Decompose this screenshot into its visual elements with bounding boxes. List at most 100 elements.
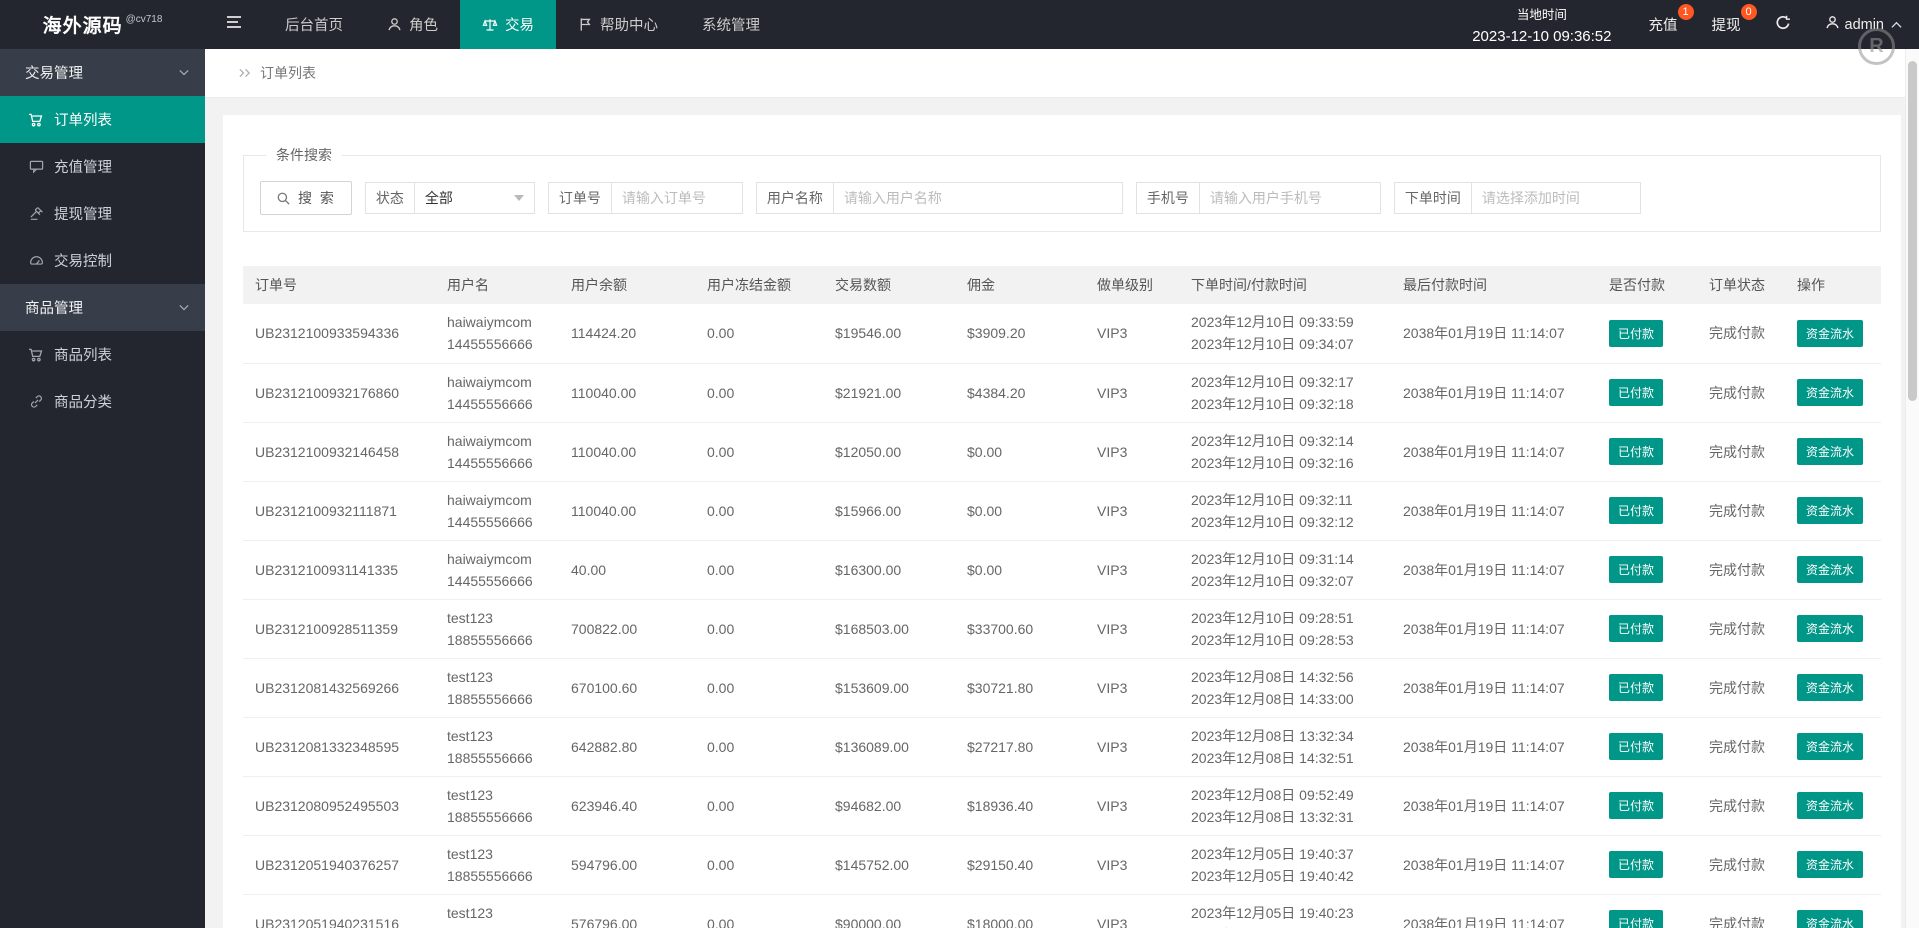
- order-time: 2023年12月10日 09:32:17: [1191, 373, 1354, 390]
- fund-flow-button[interactable]: 资金流水: [1797, 733, 1864, 760]
- cell-last_pay_time: 2038年01月19日 11:14:07: [1391, 717, 1597, 777]
- filter-input[interactable]: [611, 183, 742, 213]
- cell-status: 完成付款: [1697, 304, 1785, 364]
- cell-level: VIP3: [1085, 304, 1179, 364]
- cell-last_pay_time: 2038年01月19日 11:14:07: [1391, 776, 1597, 836]
- nav-item-home[interactable]: 后台首页: [263, 0, 365, 49]
- cell-balance: 700822.00: [559, 599, 695, 659]
- cell-frozen: 0.00: [695, 304, 823, 364]
- cell-order_no: UB2312100932146458: [243, 422, 435, 482]
- sidebar-item-recharge-mgmt[interactable]: 充值管理: [0, 143, 205, 190]
- cell-user: test123 18855556666: [435, 776, 559, 836]
- menu-toggle-button[interactable]: [205, 0, 263, 49]
- filter-group-order-no: 订单号: [547, 182, 743, 214]
- paid-status-badge: 已付款: [1609, 615, 1664, 642]
- cell-order_no: UB2312100933594336: [243, 304, 435, 364]
- table-row: UB2312051940376257 test123 18855556666 5947…: [243, 835, 1881, 895]
- search-button[interactable]: 搜 索: [260, 181, 352, 215]
- fund-flow-button[interactable]: 资金流水: [1797, 615, 1864, 642]
- orders-table-head-row: 订单号 用户名 用户余额 用户冻结金额 交易数额 佣金 做单级别 下单时间/付款时间 最后付款时…: [243, 266, 1881, 304]
- status-select[interactable]: 全部: [415, 183, 534, 213]
- table-row: UB2312100932111871 haiwaiymcom 14455556666…: [243, 481, 1881, 541]
- pay-time: 2023年12月10日 09:32:16: [1191, 454, 1354, 471]
- sidebar-item-product-category[interactable]: 商品分类: [0, 378, 205, 425]
- refresh-button[interactable]: [1758, 0, 1808, 49]
- user-phone: 14455556666: [447, 513, 533, 530]
- col-header-status: 订单状态: [1697, 266, 1785, 304]
- fund-flow-button[interactable]: 资金流水: [1797, 556, 1864, 583]
- filter-input[interactable]: [833, 183, 1122, 213]
- cell-last_pay_time: 2038年01月19日 11:14:07: [1391, 481, 1597, 541]
- sidebar-item-trade-mgmt[interactable]: 交易管理: [0, 49, 205, 96]
- cell-amount: $145752.00: [823, 835, 955, 895]
- cell-commission: $30721.80: [955, 658, 1085, 718]
- table-row: UB2312081432569266 test123 18855556666 6701…: [243, 658, 1881, 718]
- cell-amount: $21921.00: [823, 363, 955, 423]
- fund-flow-button[interactable]: 资金流水: [1797, 792, 1864, 819]
- withdraw-link[interactable]: 提现 0: [1695, 0, 1758, 49]
- top-navbar: 海外源码 @cv718 后台首页 角色 交易 帮助中心 系统管理 当地时间 20…: [0, 0, 1919, 49]
- fund-flow-button[interactable]: 资金流水: [1797, 319, 1864, 347]
- user-phone: 14455556666: [447, 395, 533, 412]
- sidebar-item-product-mgmt[interactable]: 商品管理: [0, 284, 205, 331]
- cell-last_pay_time: 2038年01月19日 11:14:07: [1391, 422, 1597, 482]
- order-time: 2023年12月08日 14:32:56: [1191, 668, 1354, 685]
- cell-level: VIP3: [1085, 894, 1179, 928]
- brand-logo[interactable]: 海外源码 @cv718: [0, 0, 205, 49]
- page-scrollbar: [1905, 49, 1919, 928]
- filter-input[interactable]: [1199, 183, 1380, 213]
- filter-group-status: 状态 全部: [364, 182, 535, 214]
- cell-amount: $94682.00: [823, 776, 955, 836]
- cell-commission: $18936.40: [955, 776, 1085, 836]
- nav-item-trade[interactable]: 交易: [460, 0, 556, 49]
- nav-item-roles[interactable]: 角色: [365, 0, 460, 49]
- cell-order_no: UB2312081332348595: [243, 717, 435, 777]
- fund-flow-button[interactable]: 资金流水: [1797, 438, 1864, 465]
- cell-last_pay_time: 2038年01月19日 11:14:07: [1391, 658, 1597, 718]
- cell-last_pay_time: 2038年01月19日 11:14:07: [1391, 835, 1597, 895]
- fund-flow-button[interactable]: 资金流水: [1797, 851, 1864, 878]
- fund-flow-button[interactable]: 资金流水: [1797, 497, 1864, 524]
- cell-commission: $0.00: [955, 481, 1085, 541]
- cell-balance: 114424.20: [559, 304, 695, 364]
- chevron-down-icon: [179, 304, 189, 311]
- filter-input[interactable]: [1471, 183, 1640, 213]
- filter-group-user-name: 用户名称: [755, 182, 1123, 214]
- cell-commission: $33700.60: [955, 599, 1085, 659]
- cell-commission: $0.00: [955, 422, 1085, 482]
- user-phone: 14455556666: [447, 336, 533, 353]
- pay-time: 2023年12月05日 19:40:42: [1191, 867, 1354, 884]
- cell-user: test123 18855556666: [435, 658, 559, 718]
- nav-item-system[interactable]: 系统管理: [680, 0, 782, 49]
- order-time: 2023年12月10日 09:32:11: [1191, 491, 1353, 508]
- cell-amount: $16300.00: [823, 540, 955, 600]
- fund-flow-button[interactable]: 资金流水: [1797, 379, 1864, 406]
- user-phone: 18855556666: [447, 749, 533, 766]
- fund-flow-button[interactable]: 资金流水: [1797, 910, 1864, 928]
- cell-times: 2023年12月08日 13:32:34 2023年12月08日 14:32:51: [1179, 717, 1391, 777]
- cell-action: 资金流水: [1785, 363, 1881, 423]
- user-name: haiwaiymcom: [447, 314, 532, 331]
- cell-action: 资金流水: [1785, 481, 1881, 541]
- cell-paid: 已付款: [1597, 304, 1697, 364]
- scrollbar-thumb[interactable]: [1908, 61, 1917, 401]
- cell-times: 2023年12月10日 09:28:51 2023年12月10日 09:28:53: [1179, 599, 1391, 659]
- search-panel: 条件搜索 搜 索 状态 全部 订单号 请输入订单号 用户名称 请输入用户名称 手…: [243, 145, 1881, 232]
- cell-balance: 594796.00: [559, 835, 695, 895]
- nav-item-help[interactable]: 帮助中心: [556, 0, 680, 49]
- breadcrumb-chevrons-icon: [238, 68, 251, 78]
- cell-balance: 576796.00: [559, 894, 695, 928]
- search-icon: [276, 191, 291, 206]
- cell-paid: 已付款: [1597, 422, 1697, 482]
- sidebar-item-trade-control[interactable]: 交易控制: [0, 237, 205, 284]
- cell-paid: 已付款: [1597, 894, 1697, 928]
- user-phone: 14455556666: [447, 454, 533, 471]
- recharge-link[interactable]: 充值 1: [1632, 0, 1695, 49]
- sidebar-item-product-list[interactable]: 商品列表: [0, 331, 205, 378]
- cell-user: test123 18855556666: [435, 894, 559, 928]
- orders-table: 订单号 用户名 用户余额 用户冻结金额 交易数额 佣金 做单级别 下单时间/付款时间 最后付款时…: [243, 266, 1881, 928]
- user-menu[interactable]: admin: [1808, 0, 1919, 49]
- sidebar-item-order-list[interactable]: 订单列表: [0, 96, 205, 143]
- sidebar-item-withdraw-mgmt[interactable]: 提现管理: [0, 190, 205, 237]
- fund-flow-button[interactable]: 资金流水: [1797, 674, 1864, 701]
